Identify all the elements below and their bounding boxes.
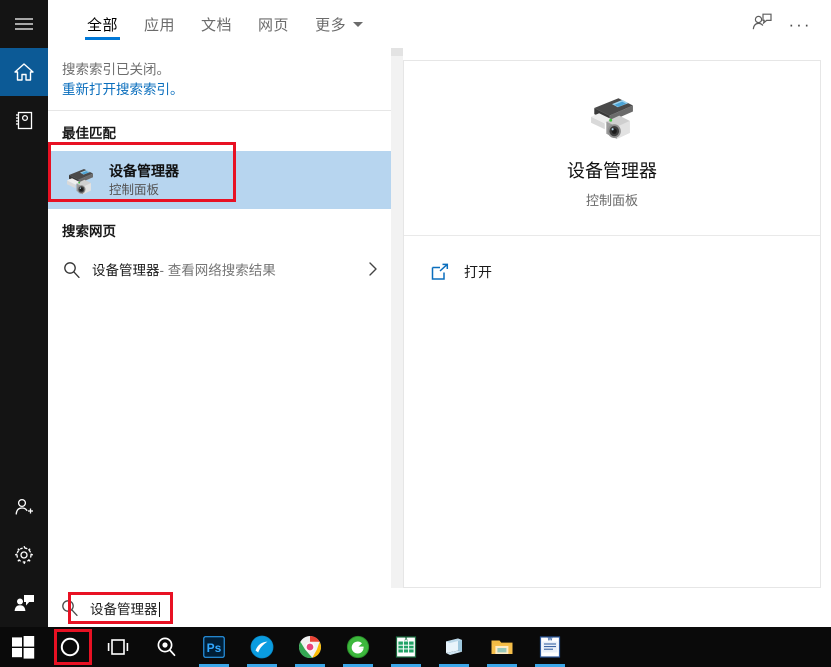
web-search-suffix: - 查看网络搜索结果 [159,263,276,278]
best-match-row[interactable]: 设备管理器 控制面板 [48,151,391,209]
magnifier-icon [62,260,84,279]
excel-icon: X [393,634,419,660]
taskbar-item-excel[interactable]: X [382,627,430,667]
word-icon: W [537,634,563,660]
tab-web[interactable]: 网页 [245,0,302,48]
taskbar-item-file-explorer[interactable] [478,627,526,667]
taskbar-item-360-browser[interactable] [334,627,382,667]
hamburger-icon [14,16,34,32]
taskbar-item-photoshop[interactable]: Ps [190,627,238,667]
tab-list: 全部 应用 文档 网页 更多 [48,0,376,48]
open-external-icon [431,263,449,281]
web-search-query: 设备管理器 [92,263,160,278]
sidebar-item-feedback[interactable] [0,579,48,627]
tab-more-label: 更多 [315,16,347,34]
tab-apps-label: 应用 [144,16,176,34]
svg-text:Ps: Ps [207,641,222,655]
feedback-icon [13,593,35,613]
green-e-browser-icon [345,634,371,660]
device-manager-icon [62,162,98,198]
tab-all[interactable]: 全部 [74,0,131,48]
taskbar-item-cortana[interactable] [46,627,94,667]
best-match-subtitle: 控制面板 [109,182,160,197]
tab-documents-label: 文档 [201,16,233,34]
cortana-circle-icon [57,634,83,660]
magnifier-app-icon [153,634,179,660]
search-input-value: 设备管理器 [90,601,158,617]
best-match-heading: 最佳匹配 [62,126,116,141]
search-input[interactable]: 设备管理器 [90,598,160,618]
preview-title: 设备管理器 [567,161,657,181]
taskbar-item-notepad[interactable] [430,627,478,667]
web-search-row[interactable]: 设备管理器- 查看网络搜索结果 [48,249,391,289]
preview-hero: 设备管理器 控制面板 [404,61,820,236]
sidebar-item-home[interactable] [0,48,48,96]
taskbar-item-task-view[interactable] [94,627,142,667]
task-view-icon [105,634,131,660]
person-feedback-icon [751,12,773,37]
panel-gutter [391,48,403,588]
topbar-actions: ··· [745,0,831,48]
gear-icon [13,544,35,566]
chevron-down-icon [353,21,364,27]
windows-logo-icon [10,634,36,660]
search-flyout: 全部 应用 文档 网页 更多 ··· 搜索索引已关闭。 重新打开搜索索引。 最佳… [0,0,831,667]
more-options-button[interactable]: ··· [783,7,817,41]
home-icon [13,61,35,83]
taskbar-item-chrome[interactable] [286,627,334,667]
sidebar-item-account[interactable] [0,483,48,531]
person-add-icon [13,496,35,518]
chevron-right-icon[interactable] [367,261,379,277]
search-bar[interactable]: 设备管理器 [48,588,831,627]
sidebar-item-settings[interactable] [0,531,48,579]
tab-apps[interactable]: 应用 [131,0,188,48]
web-search-heading: 搜索网页 [62,224,116,239]
sidebar-rail [0,0,48,627]
magnifier-icon [60,598,79,617]
chrome-icon [297,634,323,660]
best-match-title: 设备管理器 [109,162,179,179]
tab-web-label: 网页 [258,16,290,34]
reenable-index-link[interactable]: 重新打开搜索索引。 [62,80,377,100]
sidebar-item-hamburger[interactable] [0,0,48,48]
folder-icon [489,634,515,660]
notepad-icon [441,634,467,660]
photoshop-icon: Ps [201,634,227,660]
best-match-text: 设备管理器 控制面板 [109,162,179,199]
taskbar: Ps X W [0,627,831,667]
tab-more[interactable]: 更多 [302,0,376,48]
notice-text: 搜索索引已关闭。 [62,62,170,77]
device-manager-icon [583,87,641,145]
preview-action-open[interactable]: 打开 [404,246,820,298]
panel-gutter-cap [391,48,403,56]
preview-panel: 设备管理器 控制面板 打开 [403,60,821,588]
taskbar-item-word[interactable]: W [526,627,574,667]
tab-documents[interactable]: 文档 [188,0,245,48]
taskbar-item-search-app[interactable] [142,627,190,667]
results-panel: 搜索索引已关闭。 重新打开搜索索引。 最佳匹配 设备管理器 控制面板 搜索网页 … [48,48,391,588]
sidebar-item-documents[interactable] [0,96,48,144]
preview-action-label: 打开 [464,264,492,280]
preview-subtitle: 控制面板 [585,193,638,208]
svg-text:X: X [404,636,408,642]
text-cursor [158,601,160,617]
qq-browser-icon [249,634,275,660]
tab-all-label: 全部 [87,16,119,34]
taskbar-item-start[interactable] [0,627,46,667]
taskbar-item-qq-browser[interactable] [238,627,286,667]
notebook-icon [14,110,34,131]
top-tab-bar: 全部 应用 文档 网页 更多 ··· [48,0,831,48]
ellipsis-icon: ··· [788,14,812,34]
web-search-label: 设备管理器- 查看网络搜索结果 [92,259,276,279]
send-feedback-button[interactable] [745,7,779,41]
search-index-notice: 搜索索引已关闭。 重新打开搜索索引。 [48,48,391,110]
